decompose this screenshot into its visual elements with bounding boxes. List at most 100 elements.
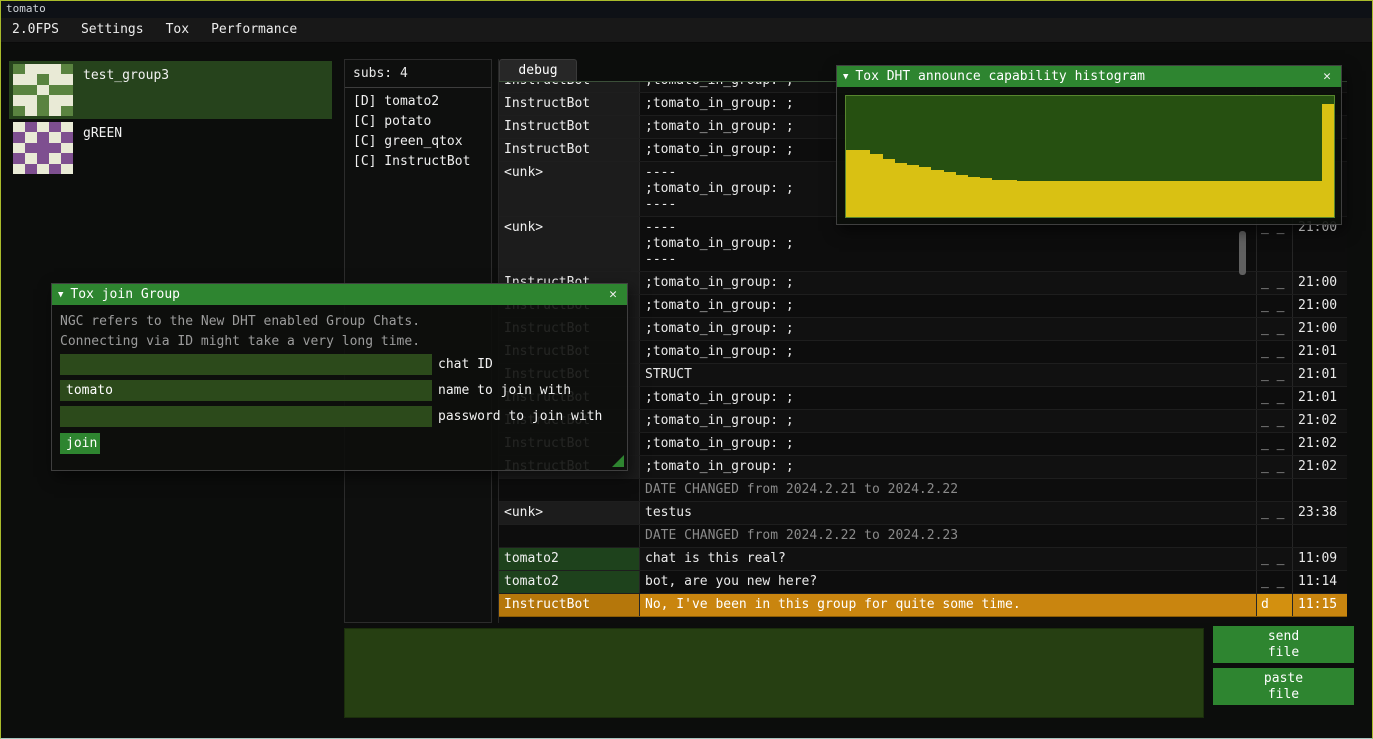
join-password-row: password to join with [60, 406, 627, 427]
avatar-pixel [37, 143, 49, 153]
histogram-bar [870, 154, 882, 217]
histogram-bar [992, 180, 1004, 218]
collapse-arrow-icon[interactable]: ▼ [843, 72, 848, 82]
group-list-item[interactable]: gREEN [9, 119, 332, 177]
histogram-bar [858, 150, 870, 217]
flags-cell: _ _ [1257, 502, 1293, 524]
group-name: gREEN [83, 126, 122, 141]
avatar-pixel [13, 153, 25, 163]
avatar-pixel [49, 85, 61, 95]
avatar-pixel [25, 74, 37, 84]
member-item[interactable]: [C] potato [345, 112, 491, 132]
flags-cell: d [1257, 594, 1293, 616]
flags-cell: _ _ [1257, 272, 1293, 294]
join-name-input[interactable] [60, 380, 432, 401]
histogram-bar [1237, 181, 1249, 217]
histogram-plot[interactable] [845, 95, 1335, 218]
paste-file-button[interactable]: paste file [1213, 668, 1354, 705]
time-cell [1293, 525, 1347, 547]
histogram-bar [1212, 181, 1224, 217]
chat-message-row[interactable]: <unk>---- ;tomato_in_group: ; ----_ _21:… [499, 217, 1347, 272]
avatar-pixel [37, 64, 49, 74]
histogram-bar [1322, 104, 1334, 217]
join-button[interactable]: join [60, 433, 100, 454]
group-name: test_group3 [83, 68, 169, 83]
histogram-bar [1261, 181, 1273, 217]
resize-grip[interactable] [612, 455, 624, 467]
menu-bar: 2.0FPS SettingsToxPerformance [1, 18, 1372, 43]
close-icon[interactable]: ✕ [603, 287, 623, 302]
message-cell: ---- ;tomato_in_group: ; ---- [640, 217, 1257, 271]
group-list-item[interactable]: test_group3 [9, 61, 332, 119]
collapse-arrow-icon[interactable]: ▼ [58, 290, 63, 300]
chat-id-row: chat ID [60, 354, 627, 375]
join-info-line: Connecting via ID might take a very long… [60, 332, 627, 352]
sender-cell: tomato2 [499, 548, 640, 570]
avatar-pixel [37, 74, 49, 84]
message-cell: ;tomato_in_group: ; [640, 456, 1257, 478]
message-cell: chat is this real? [640, 548, 1257, 570]
avatar-pixel [25, 95, 37, 105]
flags-cell: _ _ [1257, 571, 1293, 593]
menu-item-performance[interactable]: Performance [200, 18, 308, 42]
avatar-pixel [13, 164, 25, 174]
avatar-pixel [13, 95, 25, 105]
member-item[interactable]: [C] InstructBot [345, 152, 491, 172]
histogram-bar [1139, 181, 1151, 217]
chat-message-row[interactable]: tomato2chat is this real?_ _11:09 [499, 548, 1347, 571]
scrollbar-thumb[interactable] [1239, 231, 1246, 275]
chat-message-row[interactable]: <unk>testus_ _23:38 [499, 502, 1347, 525]
histogram-bar [1298, 181, 1310, 217]
flags-cell: _ _ [1257, 456, 1293, 478]
histogram-window-titlebar[interactable]: ▼ Tox DHT announce capability histogram … [837, 66, 1341, 87]
histogram-bar [944, 172, 956, 217]
histogram-bar [1102, 181, 1114, 217]
join-password-input[interactable] [60, 406, 432, 427]
flags-cell: _ _ [1257, 295, 1293, 317]
message-cell: ;tomato_in_group: ; [640, 387, 1257, 409]
member-item[interactable]: [C] green_qtox [345, 132, 491, 152]
histogram-bar [1224, 181, 1236, 217]
close-icon[interactable]: ✕ [1317, 69, 1337, 84]
chat-message-row[interactable]: InstructBotNo, I've been in this group f… [499, 594, 1347, 617]
message-input[interactable] [344, 628, 1204, 718]
join-window-titlebar[interactable]: ▼ Tox join Group ✕ [52, 284, 627, 305]
send-file-button[interactable]: send file [1213, 626, 1354, 663]
avatar-pixel [25, 132, 37, 142]
tab-debug[interactable]: debug [499, 59, 577, 81]
join-info-line: NGC refers to the New DHT enabled Group … [60, 312, 627, 332]
chat-id-input[interactable] [60, 354, 432, 375]
time-cell: 11:15 [1293, 594, 1347, 616]
time-cell: 21:00 [1293, 295, 1347, 317]
avatar-pixel [13, 143, 25, 153]
avatar-pixel [49, 132, 61, 142]
group-list: test_group3 gREEN [9, 61, 332, 177]
histogram-bar [907, 165, 919, 217]
message-cell: testus [640, 502, 1257, 524]
window-title: tomato [6, 2, 46, 15]
chat-message-row[interactable]: tomato2bot, are you new here?_ _11:14 [499, 571, 1347, 594]
histogram-window-title: Tox DHT announce capability histogram [855, 69, 1317, 84]
avatar-pixel [49, 64, 61, 74]
avatar-pixel [37, 122, 49, 132]
histogram-bar [1273, 181, 1285, 217]
menu-item-settings[interactable]: Settings [70, 18, 155, 42]
chat-id-label: chat ID [438, 357, 493, 372]
avatar-pixel [49, 74, 61, 84]
avatar-pixel [25, 122, 37, 132]
avatar-pixel [61, 74, 73, 84]
histogram-bar [931, 170, 943, 217]
time-cell [1293, 479, 1347, 501]
time-cell: 21:00 [1293, 217, 1347, 271]
histogram-bar [846, 150, 858, 217]
time-cell: 21:01 [1293, 387, 1347, 409]
histogram-bar [1017, 181, 1029, 217]
menu-item-tox[interactable]: Tox [155, 18, 200, 42]
histogram-bar [1005, 180, 1017, 218]
avatar-pixel [49, 95, 61, 105]
message-cell: ;tomato_in_group: ; [640, 433, 1257, 455]
sender-cell: InstructBot [499, 82, 640, 92]
histogram-bar [1249, 181, 1261, 217]
histogram-bar [1053, 181, 1065, 217]
member-item[interactable]: [D] tomato2 [345, 92, 491, 112]
